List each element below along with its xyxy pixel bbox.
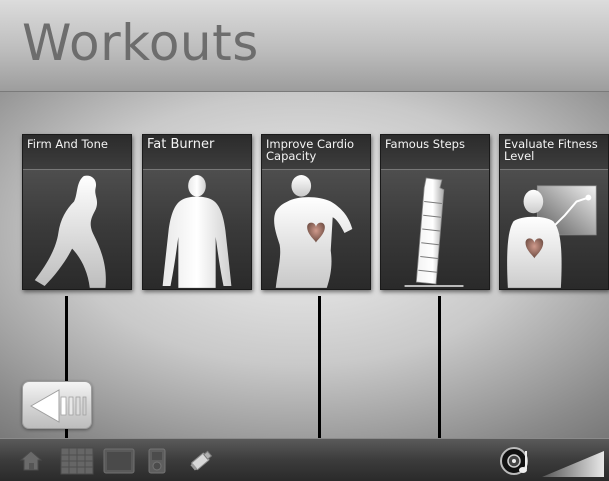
media-player-icon[interactable] [148, 447, 166, 475]
running-person-heart-icon [262, 171, 370, 289]
usb-drive-icon[interactable] [186, 447, 214, 475]
workout-tile-fat-burner[interactable]: Fat Burner [142, 134, 252, 290]
workout-tile-firm-and-tone[interactable]: Firm And Tone [22, 134, 132, 290]
workout-tiles: Firm And Tone Fat Burner Improve Cardio … [0, 134, 609, 294]
music-note-icon[interactable] [500, 445, 534, 477]
workout-tile-improve-cardio-capacity[interactable]: Improve Cardio Capacity [261, 134, 371, 290]
tile-header: Famous Steps [381, 135, 489, 170]
workout-tile-evaluate-fitness-level[interactable]: Evaluate Fitness Level [499, 134, 609, 290]
taskbar [0, 438, 609, 481]
tile-label: Firm And Tone [27, 137, 108, 151]
workout-screen: Workouts Firm And Tone Fat Burner Improv… [0, 0, 609, 481]
tile-label: Improve Cardio Capacity [266, 137, 355, 163]
title-bar: Workouts [0, 0, 609, 92]
tile-header: Improve Cardio Capacity [262, 135, 370, 170]
female-silhouette-icon [23, 171, 131, 289]
standing-person-icon [143, 171, 251, 289]
back-arrow-icon [29, 389, 87, 423]
tile-header: Evaluate Fitness Level [500, 135, 608, 170]
calendar-grid-icon[interactable] [60, 447, 94, 475]
tile-header: Firm And Tone [23, 135, 131, 170]
back-button[interactable] [22, 381, 92, 429]
tile-label: Evaluate Fitness Level [504, 137, 598, 163]
tile-label: Fat Burner [147, 137, 215, 152]
leaning-tower-icon [381, 171, 489, 289]
volume-level-icon[interactable] [542, 449, 604, 477]
page-title: Workouts [22, 14, 259, 72]
person-heart-chart-icon [500, 171, 608, 289]
workout-tile-famous-steps[interactable]: Famous Steps [380, 134, 490, 290]
display-screen-icon[interactable] [103, 447, 135, 475]
tile-header: Fat Burner [143, 135, 251, 170]
tile-label: Famous Steps [385, 137, 465, 151]
home-icon[interactable] [18, 447, 44, 473]
